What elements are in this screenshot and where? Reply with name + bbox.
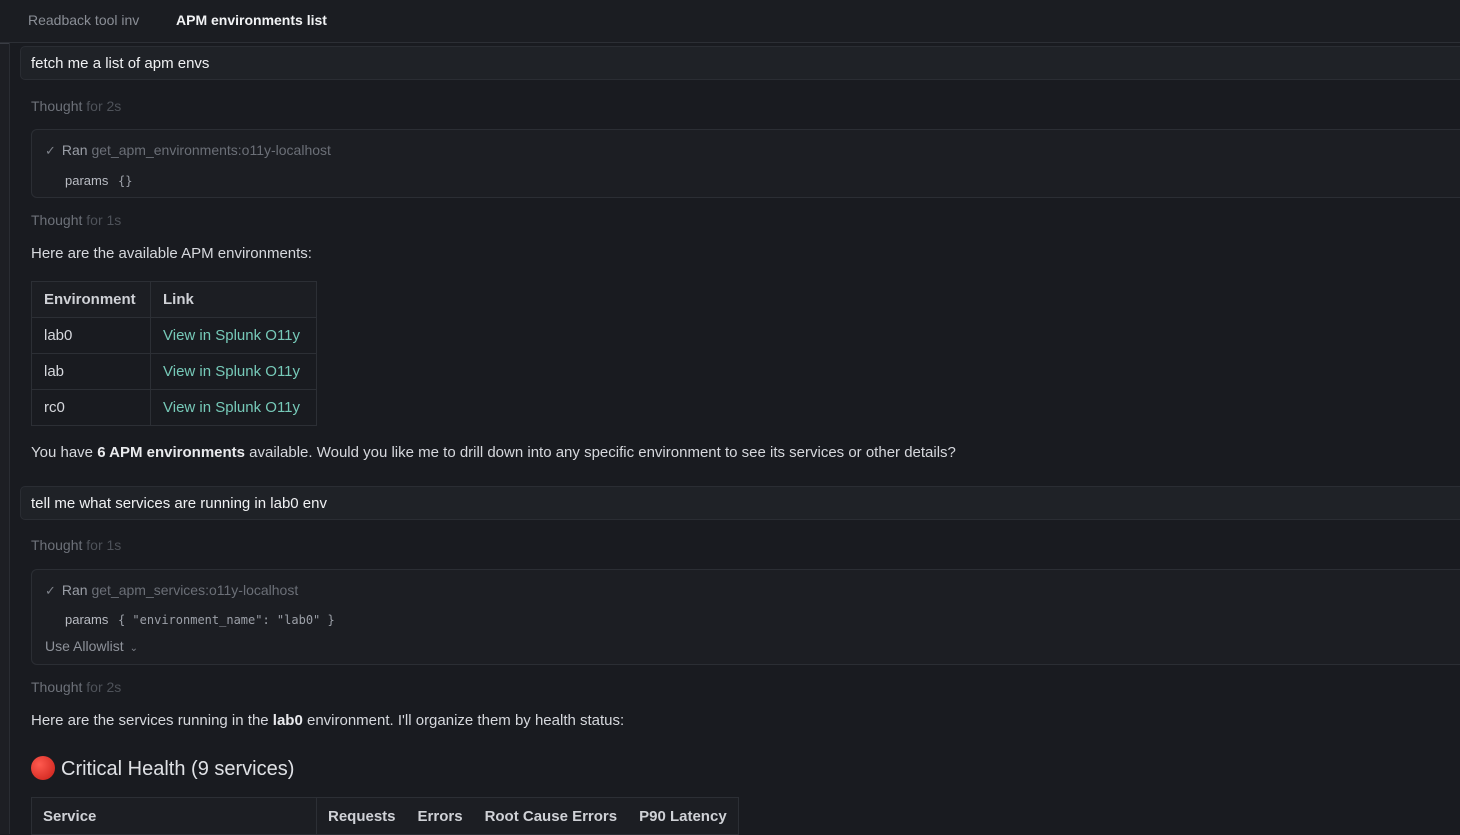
- tab-apm-environments-list[interactable]: APM environments list: [176, 12, 327, 28]
- tool-ran-label: Ran: [61, 142, 88, 158]
- allowlist-label: Use Allowlist: [45, 638, 124, 654]
- environment-name: lab0: [31, 317, 151, 354]
- check-icon: ✓: [45, 583, 56, 598]
- column-header-environment: Environment: [31, 281, 151, 318]
- thought-duration: for 1s: [86, 537, 122, 553]
- thought-duration: for 1s: [86, 212, 122, 228]
- tool-function-name: get_apm_environments:o11y-localhost: [91, 142, 331, 158]
- tool-params: params {}: [65, 173, 132, 188]
- user-message-text: tell me what services are running in lab…: [31, 495, 327, 512]
- thought-label: Thought: [31, 212, 83, 228]
- tool-params: params { "environment_name": "lab0" }: [65, 612, 335, 627]
- column-header-errors: Errors: [406, 797, 474, 835]
- use-allowlist-dropdown[interactable]: Use Allowlist ⌄: [45, 638, 138, 654]
- response-intro: Here are the available APM environments:: [31, 245, 312, 262]
- tool-call-card[interactable]: ✓ Ran get_apm_services:o11y-localhost par…: [31, 569, 1460, 665]
- intro-text-bold: lab0: [272, 712, 303, 729]
- thought-toggle[interactable]: Thought for 2s: [31, 98, 121, 114]
- column-header-link: Link: [150, 281, 317, 318]
- summary-text-bold: 6 APM environments: [97, 444, 245, 461]
- table-row: rc0 View in Splunk O11y: [31, 389, 317, 426]
- params-label: params: [65, 173, 109, 188]
- environment-name: lab: [31, 353, 151, 390]
- thought-label: Thought: [31, 98, 83, 114]
- response-intro: Here are the services running in the lab…: [31, 712, 624, 729]
- critical-health-title: Critical Health (9 services): [61, 758, 295, 780]
- user-message-text: fetch me a list of apm envs: [31, 55, 210, 72]
- splunk-o11y-link[interactable]: View in Splunk O11y: [150, 317, 317, 354]
- intro-text-post: environment. I'll organize them by healt…: [302, 712, 625, 729]
- left-rail: [0, 0, 10, 834]
- table-header-row: Service Requests Errors Root Cause Error…: [31, 797, 739, 835]
- column-header-service: Service: [31, 797, 317, 835]
- thought-toggle[interactable]: Thought for 1s: [31, 537, 121, 553]
- column-header-requests: Requests: [316, 797, 407, 835]
- user-message[interactable]: fetch me a list of apm envs: [20, 46, 1460, 80]
- services-table: Service Requests Errors Root Cause Error…: [31, 797, 739, 835]
- summary-text-pre: You have: [31, 444, 98, 461]
- summary-text-post: available. Would you like me to drill do…: [245, 444, 956, 461]
- thought-duration: for 2s: [86, 98, 122, 114]
- environments-table: Environment Link lab0 View in Splunk O11…: [31, 281, 317, 426]
- params-label: params: [65, 612, 109, 627]
- user-message[interactable]: tell me what services are running in lab…: [20, 486, 1460, 520]
- tool-function-name: get_apm_services:o11y-localhost: [91, 582, 299, 598]
- tab-bar: Readback tool inv APM environments list: [0, 0, 1460, 43]
- splunk-o11y-link[interactable]: View in Splunk O11y: [150, 353, 317, 390]
- table-row: lab View in Splunk O11y: [31, 353, 317, 390]
- check-icon: ✓: [45, 143, 56, 158]
- response-summary: You have 6 APM environments available. W…: [31, 444, 956, 461]
- red-circle-icon: [31, 756, 55, 780]
- tool-ran-label: Ran: [61, 582, 88, 598]
- params-value: { "environment_name": "lab0" }: [117, 613, 335, 627]
- tool-call-card[interactable]: ✓ Ran get_apm_environments:o11y-localhost…: [31, 129, 1460, 198]
- splunk-o11y-link[interactable]: View in Splunk O11y: [150, 389, 317, 426]
- chevron-down-icon: ⌄: [129, 643, 138, 654]
- table-header-row: Environment Link: [31, 281, 317, 318]
- thought-duration: for 2s: [86, 679, 122, 695]
- environment-name: rc0: [31, 389, 151, 426]
- thought-toggle[interactable]: Thought for 2s: [31, 679, 121, 695]
- critical-health-heading: Critical Health (9 services): [31, 756, 294, 781]
- tab-readback-tool[interactable]: Readback tool inv: [28, 12, 152, 28]
- intro-text-pre: Here are the services running in the: [31, 712, 273, 729]
- params-value: {}: [117, 174, 133, 188]
- column-header-p90-latency: P90 Latency: [628, 797, 739, 835]
- thought-label: Thought: [31, 679, 83, 695]
- table-row: lab0 View in Splunk O11y: [31, 317, 317, 354]
- thought-toggle[interactable]: Thought for 1s: [31, 212, 121, 228]
- column-header-root-cause-errors: Root Cause Errors: [473, 797, 629, 835]
- thought-label: Thought: [31, 537, 83, 553]
- tool-call-header: ✓ Ran get_apm_environments:o11y-localhost: [45, 142, 331, 159]
- tool-call-header: ✓ Ran get_apm_services:o11y-localhost: [45, 582, 298, 599]
